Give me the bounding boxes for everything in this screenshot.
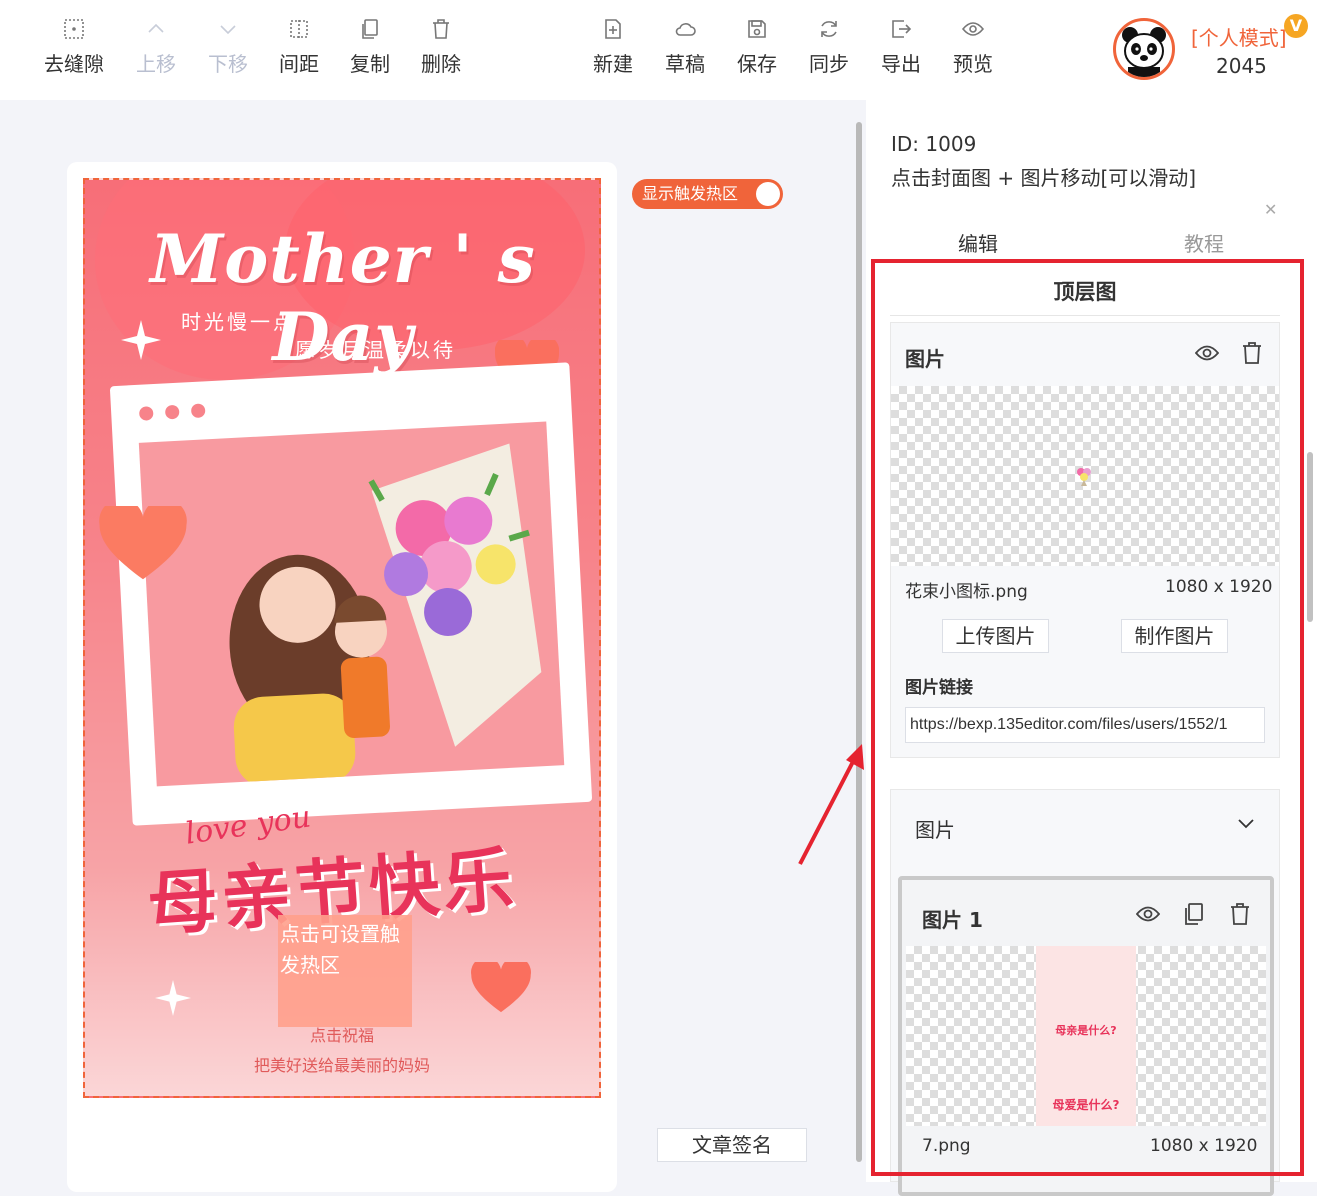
scrollbar-thumb[interactable] xyxy=(856,122,862,1162)
grid-dots-icon xyxy=(64,19,84,39)
canvas-scrollbar[interactable] xyxy=(854,110,864,1182)
sync-button[interactable]: 同步 xyxy=(789,18,869,77)
copy-button[interactable]: 复制 xyxy=(330,18,410,77)
save-icon xyxy=(748,20,766,38)
sparkle-icon xyxy=(121,320,161,360)
scrollbar-thumb[interactable] xyxy=(1307,452,1313,622)
panda-avatar-icon xyxy=(1122,27,1166,77)
heart-icon xyxy=(471,962,531,1013)
chevron-down-icon xyxy=(220,25,236,35)
user-mode-label[interactable]: [个人模式] xyxy=(1191,22,1287,51)
panel-scrollbar[interactable] xyxy=(1304,100,1317,1182)
toggle-knob xyxy=(756,182,780,206)
annotation-arrow-icon xyxy=(798,744,864,865)
export-icon xyxy=(892,20,912,38)
frame-dot xyxy=(164,404,180,420)
new-button[interactable]: 新建 xyxy=(573,18,653,77)
eye-icon xyxy=(962,22,984,36)
poster-wish-2: 把美好送给最美丽的妈妈 xyxy=(253,1056,430,1075)
mother-daughter-illustration xyxy=(229,443,542,787)
hotspot-area[interactable]: 点击可设置触发热区 xyxy=(278,915,412,1027)
preview-button[interactable]: 预览 xyxy=(933,18,1013,77)
remove-gap-button[interactable]: 去缝隙 xyxy=(34,18,114,77)
component-description: 点击封面图 + 图片移动[可以滑动] xyxy=(891,166,1197,190)
poster-wish-1: 点击祝福 xyxy=(309,1026,374,1045)
spacing-icon xyxy=(290,20,308,38)
delete-button[interactable]: 删除 xyxy=(401,18,481,77)
spacing-button[interactable]: 间距 xyxy=(259,18,339,77)
sparkle-icon xyxy=(155,980,191,1016)
copy-icon xyxy=(362,19,378,39)
photo-frame xyxy=(109,362,593,826)
top-toolbar: 去缝隙 上移 下移 间距 复制 删除 新建 草稿 保存 同步 导出 预览 [个人… xyxy=(0,0,1317,100)
poster-canvas[interactable]: Mother ' s Day 时光慢一点 愿岁月温柔以待 love you 母亲… xyxy=(83,178,601,1098)
chevron-up-icon xyxy=(148,23,164,33)
tab-edit[interactable]: 编辑 xyxy=(958,228,998,257)
cloud-icon xyxy=(675,23,696,36)
poster-subtitle-1: 时光慢一点 xyxy=(181,310,296,334)
move-up-button[interactable]: 上移 xyxy=(116,18,196,77)
save-button[interactable]: 保存 xyxy=(717,18,797,77)
tools-icon[interactable]: ✕ xyxy=(1264,200,1277,219)
frame-dot xyxy=(138,406,154,421)
toggle-label: 显示触发热区 xyxy=(642,184,739,203)
avatar[interactable] xyxy=(1113,18,1175,80)
frame-photo-area xyxy=(138,421,565,787)
heart-icon xyxy=(99,506,187,580)
file-plus-icon xyxy=(605,19,621,39)
user-count: 2045 xyxy=(1216,54,1267,78)
trash-icon xyxy=(433,19,449,39)
export-button[interactable]: 导出 xyxy=(861,18,941,77)
tab-tutorial[interactable]: 教程 xyxy=(1184,228,1224,257)
highlight-annotation-box xyxy=(871,259,1304,1176)
move-down-button[interactable]: 下移 xyxy=(188,18,268,77)
sync-icon xyxy=(821,21,837,37)
vip-badge: V xyxy=(1284,14,1308,38)
component-id: ID: 1009 xyxy=(891,132,977,156)
article-signature-button[interactable]: 文章签名 xyxy=(657,1128,807,1162)
show-hotspot-toggle[interactable]: 显示触发热区 xyxy=(632,179,783,209)
frame-dot xyxy=(190,403,206,419)
draft-button[interactable]: 草稿 xyxy=(645,18,725,77)
poster-subtitle-2: 愿岁月温柔以待 xyxy=(295,338,456,362)
